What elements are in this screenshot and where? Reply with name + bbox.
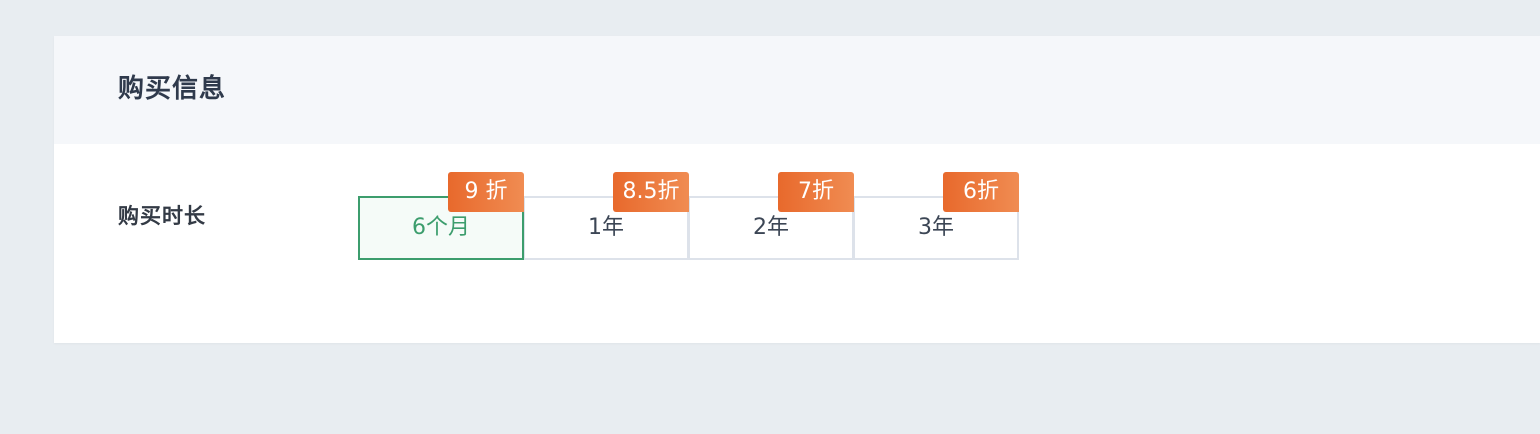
- duration-option-label: 1年: [588, 215, 624, 240]
- duration-option-2-years[interactable]: 7折 2年: [688, 172, 854, 260]
- panel-header: 购买信息: [54, 36, 1540, 144]
- duration-option-3-years[interactable]: 6折 3年: [853, 172, 1019, 260]
- duration-option-group: 9 折 6个月 8.5折 1年 7折 2年 6折 3年: [358, 172, 1019, 260]
- discount-badge: 9 折: [448, 172, 524, 212]
- discount-badge: 8.5折: [613, 172, 689, 212]
- discount-badge: 7折: [778, 172, 854, 212]
- duration-option-label: 2年: [753, 215, 789, 240]
- discount-badge: 6折: [943, 172, 1019, 212]
- duration-option-label: 6个月: [412, 215, 470, 240]
- purchase-info-panel: 购买信息 购买时长 9 折 6个月 8.5折 1年 7折 2年 6折 3年: [54, 36, 1540, 343]
- duration-option-label: 3年: [918, 215, 954, 240]
- duration-label: 购买时长: [118, 204, 206, 228]
- duration-option-1-year[interactable]: 8.5折 1年: [523, 172, 689, 260]
- duration-option-6-months[interactable]: 9 折 6个月: [358, 172, 524, 260]
- panel-title: 购买信息: [118, 74, 227, 104]
